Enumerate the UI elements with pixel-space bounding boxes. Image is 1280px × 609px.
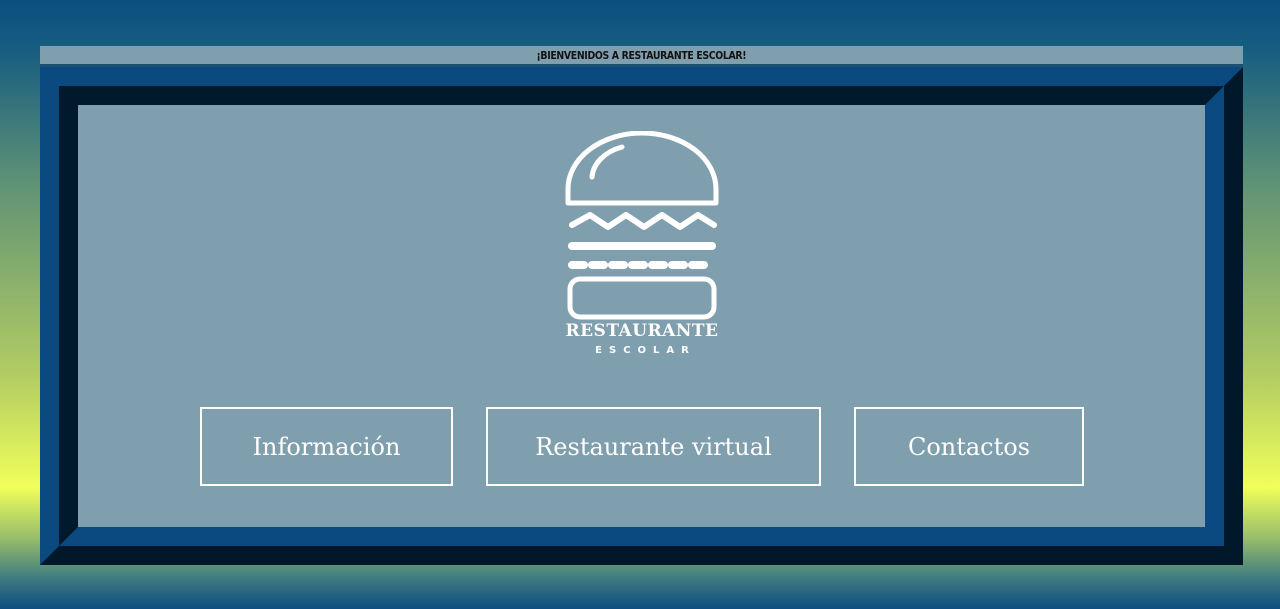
- logo-subtitle: ESCOLAR: [595, 345, 696, 356]
- info-button-label: Información: [252, 432, 401, 461]
- welcome-banner: ¡BIENVENIDOS A RESTAURANTE ESCOLAR!: [40, 46, 1243, 67]
- logo-title: RESTAURANTE: [565, 321, 719, 341]
- virtual-restaurant-button-label: Restaurante virtual: [535, 432, 772, 461]
- contacts-button-label: Contactos: [907, 432, 1031, 461]
- main-panel: RESTAURANTE ESCOLAR Información Restaura…: [78, 105, 1205, 527]
- info-button[interactable]: Información: [200, 407, 453, 486]
- contacts-button[interactable]: Contactos: [854, 407, 1084, 486]
- virtual-restaurant-button[interactable]: Restaurante virtual: [486, 407, 821, 486]
- welcome-text: ¡BIENVENIDOS A RESTAURANTE ESCOLAR!: [536, 49, 747, 62]
- main-frame: RESTAURANTE ESCOLAR Información Restaura…: [40, 67, 1243, 565]
